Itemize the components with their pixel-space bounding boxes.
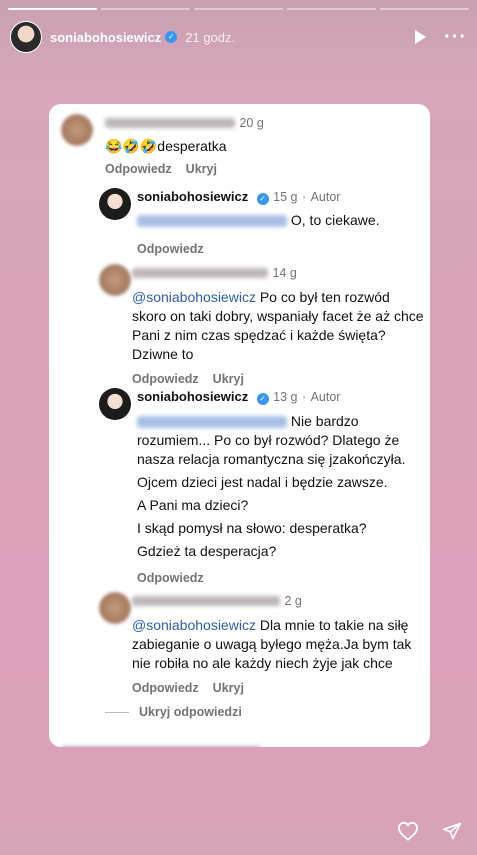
author-badge: Autor bbox=[310, 390, 341, 404]
next-comment-peek bbox=[61, 740, 301, 747]
avatar[interactable] bbox=[99, 388, 131, 420]
verified-icon: ✓ bbox=[256, 393, 269, 405]
blurred-username bbox=[105, 117, 235, 128]
mention-link[interactable]: @soniabohosiewicz bbox=[132, 289, 256, 305]
comment-text-line: A Pani ma dzieci? bbox=[137, 497, 249, 513]
comment-username[interactable]: soniabohosiewicz bbox=[137, 189, 248, 204]
comment-username[interactable]: soniabohosiewicz bbox=[137, 389, 248, 404]
blurred-mention bbox=[137, 416, 287, 429]
hide-replies-label: Ukryj odpowiedzi bbox=[139, 705, 242, 719]
verified-icon: ✓ bbox=[256, 193, 269, 205]
avatar[interactable] bbox=[61, 114, 93, 146]
comment-text: 😂🤣🤣desperatka bbox=[105, 138, 227, 154]
comment-time: 13 g bbox=[273, 390, 298, 404]
blurred-mention bbox=[137, 215, 287, 228]
mention-link[interactable]: @soniabohosiewicz bbox=[132, 617, 256, 633]
comment-time: 15 g bbox=[273, 190, 298, 204]
story-header: soniabohosiewicz ✓ 21 godz. ··· bbox=[10, 20, 467, 54]
progress-segment bbox=[194, 8, 283, 10]
hide-button[interactable]: Ukryj bbox=[186, 162, 217, 176]
play-icon[interactable] bbox=[415, 30, 427, 44]
reply-button[interactable]: Odpowiedz bbox=[137, 571, 204, 585]
divider bbox=[105, 711, 129, 713]
more-options-icon[interactable]: ··· bbox=[444, 27, 467, 47]
comment-time: 20 g bbox=[239, 116, 264, 130]
reply-button[interactable]: Odpowiedz bbox=[132, 681, 199, 695]
comment-text-line: rozumiem... Po co był rozwód? Dlatego że bbox=[137, 432, 400, 448]
hide-button[interactable]: Ukryj bbox=[213, 681, 244, 695]
progress-segment bbox=[287, 8, 376, 10]
blurred-username bbox=[61, 745, 261, 747]
comment-text: O, to ciekawe. bbox=[290, 212, 380, 228]
progress-segment bbox=[8, 8, 97, 10]
hide-button[interactable]: Ukryj bbox=[213, 372, 244, 386]
reply-button[interactable]: Odpowiedz bbox=[137, 242, 204, 256]
blurred-username bbox=[132, 595, 280, 606]
avatar[interactable] bbox=[99, 188, 131, 220]
comments-card: 20 g 😂🤣🤣desperatka Odpowiedz Ukryj sonia… bbox=[49, 104, 430, 747]
author-badge: Autor bbox=[310, 190, 341, 204]
progress-segment bbox=[101, 8, 190, 10]
hide-replies-toggle[interactable]: Ukryj odpowiedzi bbox=[105, 705, 242, 719]
send-icon[interactable] bbox=[441, 821, 463, 841]
story-progress-bar bbox=[8, 8, 469, 10]
avatar[interactable] bbox=[99, 264, 131, 296]
avatar[interactable] bbox=[10, 21, 42, 53]
comment-time: 2 g bbox=[284, 594, 302, 608]
heart-icon[interactable] bbox=[397, 821, 419, 841]
avatar[interactable] bbox=[99, 592, 131, 624]
comment-text-line: Nie bardzo bbox=[290, 413, 359, 429]
comment-text-line: Ojcem dzieci jest nadal i będzie zawsze. bbox=[137, 474, 388, 490]
comment-text-line: I skąd pomysł na słowo: desperatka? bbox=[137, 520, 367, 536]
verified-icon: ✓ bbox=[165, 31, 178, 43]
story-time: 21 godz. bbox=[185, 29, 236, 45]
comment-text-line: nasza relacja romantyczna się jzakończył… bbox=[137, 451, 406, 467]
comment-text-line: Gdzież ta desperacja? bbox=[137, 543, 277, 559]
blurred-username bbox=[132, 267, 268, 278]
reply-button[interactable]: Odpowiedz bbox=[132, 372, 199, 386]
reply-button[interactable]: Odpowiedz bbox=[105, 162, 172, 176]
comment-time: 14 g bbox=[272, 266, 297, 280]
story-username[interactable]: soniabohosiewicz bbox=[50, 30, 161, 45]
progress-segment bbox=[380, 8, 469, 10]
